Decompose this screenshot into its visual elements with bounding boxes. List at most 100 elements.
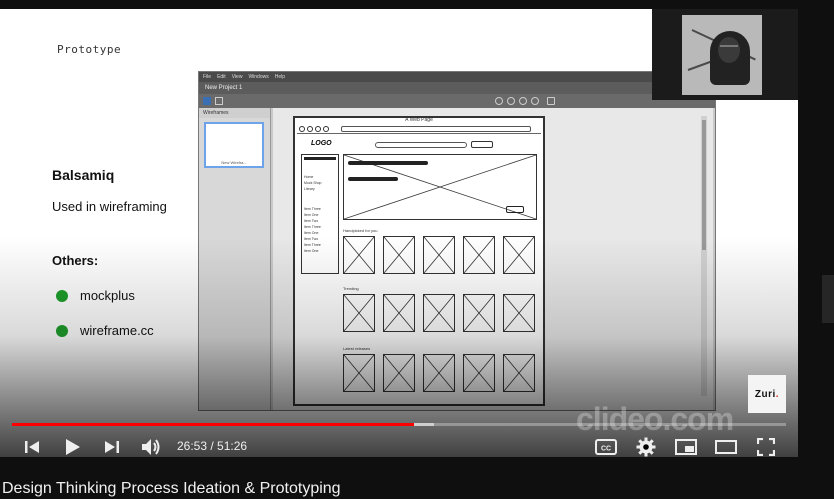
next-icon bbox=[105, 441, 119, 453]
fullscreen-icon bbox=[757, 438, 775, 456]
gear-icon bbox=[636, 437, 656, 457]
wireframes-panel: Wireframes New Wirefra... bbox=[199, 108, 271, 410]
menu-item: File bbox=[203, 74, 212, 80]
home-icon bbox=[323, 126, 329, 132]
bullet-icon bbox=[56, 290, 68, 302]
placeholder-image bbox=[343, 294, 375, 332]
zoom-icon bbox=[519, 97, 527, 105]
mock-hero-image bbox=[343, 154, 537, 220]
video-player[interactable]: Prototype Balsamiq Used in wireframing O… bbox=[0, 9, 798, 457]
mock-navbar bbox=[297, 124, 541, 134]
placeholder-image bbox=[423, 354, 455, 392]
back-icon bbox=[299, 126, 305, 132]
hero-heading-scribble bbox=[348, 161, 428, 165]
sidebar-link: Item Three bbox=[304, 225, 321, 229]
play-icon bbox=[66, 439, 80, 455]
placeholder-image bbox=[503, 294, 535, 332]
presenter-glasses bbox=[720, 45, 738, 50]
placeholder-image bbox=[423, 294, 455, 332]
captions-icon: CC bbox=[595, 439, 617, 455]
project-title: New Project 1 bbox=[205, 85, 243, 91]
placeholder-image bbox=[503, 236, 535, 274]
zuri-logo: Zuri. bbox=[748, 375, 786, 413]
placeholder-image bbox=[383, 236, 415, 274]
settings-button[interactable] bbox=[634, 435, 658, 457]
placeholder-image bbox=[423, 236, 455, 274]
brand-text: Zuri bbox=[754, 388, 776, 400]
miniplayer-button[interactable] bbox=[674, 435, 698, 457]
mock-logo: LOGO bbox=[311, 140, 332, 147]
placeholder-image bbox=[463, 294, 495, 332]
miniplayer-icon bbox=[675, 439, 697, 455]
zoom-icon bbox=[531, 97, 539, 105]
slide-heading: Prototype bbox=[57, 43, 122, 56]
panel-title: Wireframes bbox=[199, 108, 270, 118]
fullscreen-icon bbox=[547, 97, 555, 105]
progress-bar[interactable] bbox=[12, 423, 786, 426]
placeholder-image bbox=[343, 236, 375, 274]
fullscreen-button[interactable] bbox=[754, 435, 778, 457]
theater-button[interactable] bbox=[714, 435, 738, 457]
webcam-overlay bbox=[652, 9, 798, 100]
previous-icon bbox=[25, 441, 39, 453]
presenter-face bbox=[718, 37, 740, 63]
tool-name: Balsamiq bbox=[52, 167, 115, 183]
wireframe-canvas: A Web Page LOGO Home Mock Shop Library I… bbox=[273, 108, 713, 410]
sidebar-link: Mock Shop bbox=[304, 181, 322, 185]
menu-item: Help bbox=[274, 74, 286, 80]
bullet-icon bbox=[56, 325, 68, 337]
sidebar-heading bbox=[304, 157, 336, 160]
time-display: 26:53 / 51:26 bbox=[177, 439, 248, 453]
menu-item: Windows bbox=[248, 74, 269, 80]
zoom-icon bbox=[495, 97, 503, 105]
play-button[interactable] bbox=[58, 435, 86, 457]
section-label: Handpicked for you bbox=[343, 228, 378, 233]
placeholder-image bbox=[503, 354, 535, 392]
captions-button[interactable]: CC bbox=[594, 435, 618, 457]
placeholder-image bbox=[343, 354, 375, 392]
app-titlebar: New Project 1 bbox=[199, 82, 715, 94]
menu-item: View bbox=[231, 74, 243, 80]
zoom-icon bbox=[507, 97, 515, 105]
previous-button[interactable] bbox=[20, 435, 44, 457]
hero-button bbox=[506, 206, 524, 213]
played-bar bbox=[12, 423, 415, 426]
placeholder-image bbox=[383, 294, 415, 332]
related-video-card[interactable] bbox=[822, 275, 834, 323]
sidebar-link: Item Two bbox=[304, 219, 319, 223]
placeholder-image bbox=[383, 354, 415, 392]
sidebar-link: Library bbox=[304, 187, 315, 191]
mock-browser: A Web Page LOGO Home Mock Shop Library I… bbox=[293, 116, 545, 406]
sidebar-link: Item Two bbox=[304, 237, 319, 241]
theater-icon bbox=[715, 440, 737, 454]
mock-page-title: A Web Page bbox=[405, 117, 433, 123]
forward-icon bbox=[307, 126, 313, 132]
sidebar-link: Home bbox=[304, 175, 314, 179]
section-label: Trending bbox=[343, 286, 359, 291]
mock-search-button bbox=[471, 141, 493, 148]
next-button[interactable] bbox=[100, 435, 124, 457]
app-menubar: File Edit View Windows Help bbox=[199, 72, 715, 82]
balsamiq-window: File Edit View Windows Help New Project … bbox=[198, 71, 716, 411]
video-title: Design Thinking Process Ideation & Proto… bbox=[2, 480, 341, 497]
related-sidebar-edge bbox=[810, 0, 834, 499]
mock-search bbox=[375, 142, 467, 148]
player-controls: 26:53 / 51:26 CC bbox=[0, 429, 798, 457]
brand-dot: . bbox=[775, 388, 780, 400]
scroll-thumb bbox=[702, 120, 706, 250]
grid-icon bbox=[215, 97, 223, 105]
sidebar-link: Item Three bbox=[304, 207, 321, 211]
mock-sidebar: Home Mock Shop Library Item Three Item O… bbox=[301, 154, 339, 274]
tool-description: Used in wireframing bbox=[52, 199, 167, 214]
others-item: wireframe.cc bbox=[80, 323, 154, 338]
app-toolbar bbox=[199, 94, 715, 108]
thumbnail-label: New Wirefra... bbox=[221, 160, 247, 165]
sidebar-link: Item One bbox=[304, 213, 319, 217]
sidebar-link: Item One bbox=[304, 231, 319, 235]
sidebar-link: Item One bbox=[304, 249, 319, 253]
volume-button[interactable] bbox=[138, 435, 164, 457]
hero-text-scribble bbox=[348, 177, 398, 181]
section-label: Latest releases bbox=[343, 346, 371, 351]
mock-address-bar bbox=[341, 126, 531, 132]
placeholder-image bbox=[463, 236, 495, 274]
